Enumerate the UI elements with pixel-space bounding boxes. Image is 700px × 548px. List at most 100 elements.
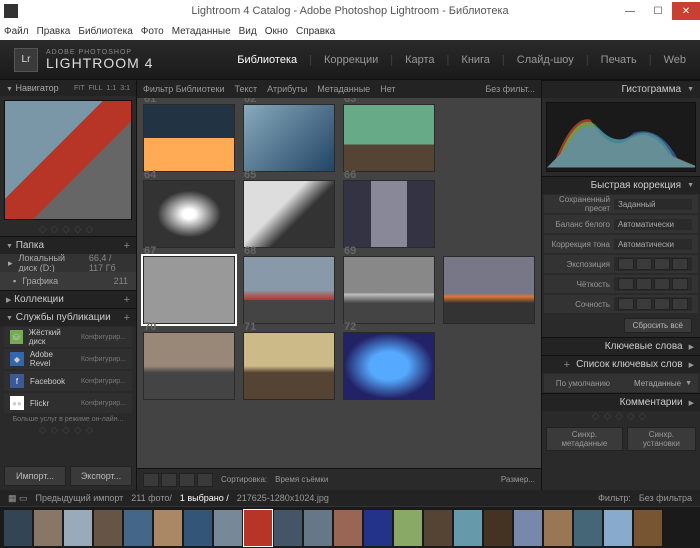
status-filter-label: Фильтр: [598,493,631,503]
quick-develop-header[interactable]: Быстрая коррекция ▼ [542,176,700,194]
thumb-63[interactable]: 63 [343,104,435,172]
filter-none[interactable]: Нет [380,84,395,94]
thumb-71[interactable]: 71 [243,332,335,400]
module-library[interactable]: Библиотека [237,54,297,66]
status-filename: 217625-1280x1024.jpg [237,493,329,503]
panel-ornament: ◇◇◇◇◇ [0,224,136,236]
filter-attr[interactable]: Атрибуты [267,84,307,94]
publish-harddisk[interactable]: ⛁Жёсткий дискКонфигурир... [4,327,132,347]
filmstrip-thumb[interactable] [94,510,122,546]
sync-settings-button[interactable]: Синхр. установки [627,427,696,451]
facebook-icon: f [10,374,24,388]
filmstrip-thumb[interactable] [544,510,572,546]
filmstrip[interactable] [0,506,700,548]
maximize-button[interactable]: ☐ [644,2,672,20]
folder-local-disk[interactable]: ▸ Локальный диск (D:)66,4 / 117 Гб [0,254,136,272]
filmstrip-thumb[interactable] [184,510,212,546]
status-filter-value[interactable]: Без фильтра [639,493,692,503]
metadata-header[interactable]: По умолчаниюМетаданные ▼ [544,374,698,392]
thumb-68[interactable]: 68 [243,256,335,324]
thumb-65[interactable]: 65 [243,180,335,248]
filmstrip-thumb[interactable] [484,510,512,546]
thumb-69[interactable]: 69 [343,256,435,324]
filter-meta[interactable]: Метаданные [317,84,370,94]
publish-revel[interactable]: ◆Adobe RevelКонфигурир... [4,349,132,369]
thumb-72[interactable]: 72 [343,332,435,400]
minimize-button[interactable]: — [616,2,644,20]
thumb-64[interactable]: 64 [143,180,235,248]
publish-facebook[interactable]: fFacebookКонфигурир... [4,371,132,391]
filmstrip-thumb[interactable] [634,510,662,546]
navigator-header[interactable]: ▼ Навигатор FIT FILL 1:1 3:1 [0,80,136,96]
filmstrip-thumb[interactable] [244,510,272,546]
module-map[interactable]: Карта [405,54,434,66]
reset-all-button[interactable]: Сбросить всё [624,318,692,333]
filmstrip-thumb[interactable] [364,510,392,546]
publish-flickr[interactable]: ●●FlickrКонфигурир... [4,393,132,413]
thumb-61[interactable]: 61 [143,104,235,172]
thumb-66[interactable]: 66 [343,180,435,248]
filmstrip-thumb[interactable] [64,510,92,546]
filmstrip-thumb[interactable] [34,510,62,546]
filmstrip-thumb[interactable] [394,510,422,546]
filter-preset[interactable]: Без фильт... [485,84,535,94]
filmstrip-thumb[interactable] [514,510,542,546]
filmstrip-thumb[interactable] [304,510,332,546]
filmstrip-thumb[interactable] [274,510,302,546]
navigator-preview[interactable] [4,100,132,220]
menu-edit[interactable]: Правка [37,26,71,37]
filmstrip-thumb[interactable] [4,510,32,546]
sort-value[interactable]: Время съёмки [275,475,328,484]
menu-help[interactable]: Справка [296,26,335,37]
histogram-header[interactable]: Гистограмма ▼ [542,80,700,98]
header: Lr ADOBE PHOTOSHOP LIGHTROOM 4 Библиотек… [0,40,700,80]
thumb-67-selected[interactable]: 67 [143,256,235,324]
close-button[interactable]: ✕ [672,2,700,20]
keywords-header[interactable]: Ключевые слова ▶ [542,337,700,355]
grid-icons[interactable]: ▦ ▭ [8,493,28,504]
thumb-62[interactable]: 62 [243,104,335,172]
status-source[interactable]: Предыдущий импорт [36,493,124,503]
filmstrip-thumb[interactable] [154,510,182,546]
menu-window[interactable]: Окно [265,26,288,37]
filmstrip-thumb[interactable] [574,510,602,546]
more-services-link[interactable]: Больше услуг в режиме он-лайн... [0,414,136,425]
loupe-view-icon[interactable] [161,473,177,487]
sync-metadata-button[interactable]: Синхр. метаданные [546,427,623,451]
module-web[interactable]: Web [664,54,686,66]
thumb-70[interactable]: 70 [143,332,235,400]
menu-photo[interactable]: Фото [141,26,164,37]
filmstrip-thumb[interactable] [454,510,482,546]
folders-header[interactable]: ▼ Папка+ [0,236,136,254]
flickr-icon: ●● [10,396,24,410]
histogram[interactable] [546,102,696,172]
module-print[interactable]: Печать [601,54,637,66]
folder-graphics[interactable]: ▪ Графика211 [0,272,136,290]
menu-library[interactable]: Библиотека [78,26,132,37]
filmstrip-thumb[interactable] [214,510,242,546]
thumbnail-size-label[interactable]: Размер... [501,475,535,484]
filmstrip-thumb[interactable] [124,510,152,546]
collections-header[interactable]: ▶ Коллекции+ [0,290,136,308]
comments-header[interactable]: Комментарии ▶ [542,393,700,411]
menu-view[interactable]: Вид [239,26,257,37]
grid-view-icon[interactable] [143,473,159,487]
menu-metadata[interactable]: Метаданные [172,26,231,37]
survey-view-icon[interactable] [197,473,213,487]
thumb-69b[interactable] [443,256,535,324]
export-button[interactable]: Экспорт... [70,466,132,486]
publish-header[interactable]: ▼ Службы публикации+ [0,308,136,326]
compare-view-icon[interactable] [179,473,195,487]
module-book[interactable]: Книга [461,54,490,66]
import-button[interactable]: Импорт... [4,466,66,486]
filmstrip-thumb[interactable] [334,510,362,546]
filmstrip-thumb[interactable] [604,510,632,546]
module-develop[interactable]: Коррекции [324,54,378,66]
filmstrip-thumb[interactable] [424,510,452,546]
library-filter-bar: Фильтр Библиотеки Текст Атрибуты Метадан… [137,80,541,98]
exposure-row: Экспозиция [544,255,698,273]
filter-text[interactable]: Текст [235,84,258,94]
menu-file[interactable]: Файл [4,26,29,37]
keyword-list-header[interactable]: +Список ключевых слов ▶ [542,355,700,373]
module-slideshow[interactable]: Слайд-шоу [517,54,574,66]
